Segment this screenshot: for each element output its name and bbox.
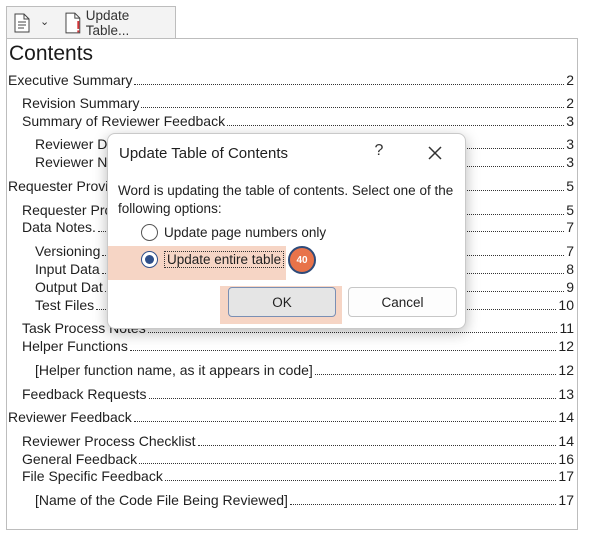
update-table-label: Update Table... <box>85 8 130 38</box>
toc-entry[interactable]: Reviewer Feedback 14 <box>8 409 574 426</box>
toc-entry[interactable]: [Name of the Code File Being Reviewed] 17 <box>35 492 574 509</box>
option-page-numbers-only[interactable]: Update page numbers only <box>141 224 326 241</box>
step-number-badge: 40 <box>288 246 316 274</box>
help-button[interactable]: ? <box>369 142 389 164</box>
cancel-button[interactable]: Cancel <box>348 287 457 317</box>
toc-field-toolbar: ⌄ Update Table... <box>6 6 176 38</box>
update-table-button[interactable]: Update Table... <box>65 8 175 38</box>
toc-entry[interactable]: File Specific Feedback 17 <box>22 468 574 485</box>
dialog-title: Update Table of Contents <box>119 145 289 162</box>
toc-title: Contents <box>9 42 94 65</box>
toc-entry[interactable]: Helper Functions 12 <box>22 338 574 355</box>
toc-entry[interactable]: Reviewer Process Checklist 14 <box>22 433 574 450</box>
toc-entry[interactable]: Revision Summary 2 <box>22 95 574 112</box>
dialog-message: Word is updating the table of contents. … <box>118 183 454 216</box>
radio-button[interactable] <box>141 224 158 241</box>
document-exclamation-icon <box>65 12 81 34</box>
close-icon[interactable] <box>424 142 446 164</box>
toc-entry[interactable]: Feedback Requests 13 <box>22 386 574 403</box>
radio-button-selected[interactable] <box>141 251 158 268</box>
toc-entry[interactable]: Summary of Reviewer Feedback 3 <box>22 113 574 130</box>
toc-entry[interactable]: [Helper function name, as it appears in … <box>35 362 574 379</box>
option-entire-table[interactable]: Update entire table <box>141 251 285 268</box>
ok-button[interactable]: OK <box>228 287 336 317</box>
chevron-down-icon[interactable]: ⌄ <box>40 15 49 28</box>
update-toc-dialog: Update Table of Contents ? Word is updat… <box>107 133 466 329</box>
toc-entry[interactable]: General Feedback 16 <box>22 451 574 468</box>
toc-entry[interactable]: Executive Summary 2 <box>8 72 574 89</box>
document-lines-icon[interactable] <box>14 13 30 33</box>
